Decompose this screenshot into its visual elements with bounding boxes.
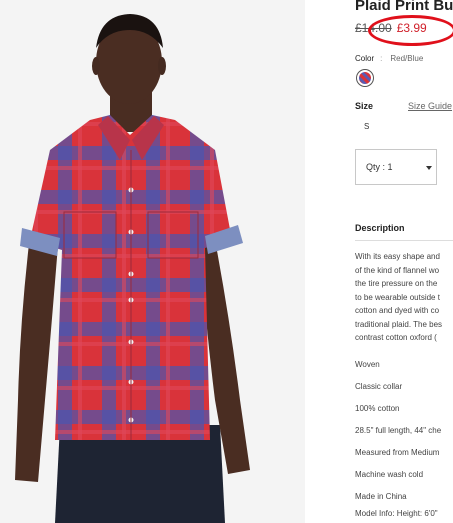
feature-item: Machine wash cold (355, 470, 424, 479)
description-line: With its easy shape and (355, 252, 440, 261)
color-label-row: Color: Red/Blue (355, 54, 423, 63)
size-option-s[interactable]: S (364, 122, 369, 131)
product-details-panel: Plaid Print Bu £14.00 £3.99 Color: Red/Blu… (355, 0, 453, 523)
color-label: Color (355, 54, 375, 63)
price-row: £14.00 £3.99 (355, 21, 427, 35)
description-heading: Description (355, 223, 405, 233)
description-line: traditional plaid. The bes (355, 319, 443, 329)
feature-item: Model Info: Height: 6'0" (355, 509, 438, 518)
description-line: to be wearable outside t (355, 292, 440, 302)
size-guide-link[interactable]: Size Guide (408, 101, 452, 111)
feature-item: Classic collar (355, 382, 403, 391)
quantity-value: Qty : 1 (366, 162, 393, 172)
feature-item: Measured from Medium (355, 448, 440, 457)
sale-price: £3.99 (396, 21, 427, 35)
description-line: the tire pressure on the (355, 279, 438, 288)
product-photo (0, 0, 305, 523)
color-value: Red/Blue (390, 54, 424, 63)
original-price: £14.00 (355, 21, 392, 35)
model-wearing-shirt-image (15, 14, 250, 523)
color-separator: : (380, 54, 383, 63)
feature-item: Made in China (355, 492, 407, 501)
quantity-select[interactable]: Qty : 1 (355, 149, 437, 185)
feature-item: 100% cotton (355, 404, 400, 413)
plaid-swatch-icon[interactable] (356, 69, 374, 87)
description-line: cotton and dyed with co (355, 306, 440, 315)
description-divider (355, 240, 453, 241)
product-title: Plaid Print Bu (355, 0, 453, 14)
description-line: contrast cotton oxford ( (355, 333, 437, 342)
description-text: With its easy shape and of the kind of f… (355, 250, 453, 345)
description-line: of the kind of flannel wo (355, 265, 440, 275)
feature-item: Woven (355, 360, 380, 369)
feature-item: 28.5" full length, 44" che (355, 426, 442, 435)
size-label: Size (355, 101, 374, 111)
caret-down-icon (426, 166, 432, 170)
